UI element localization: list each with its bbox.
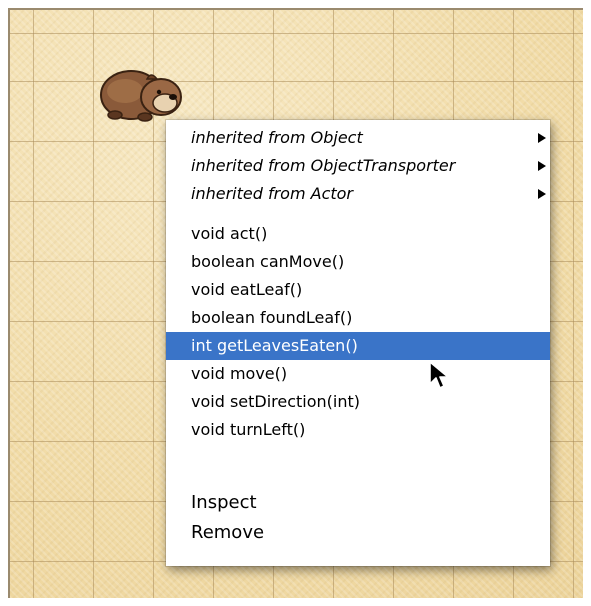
menu-item-inspect[interactable]: Inspect <box>166 488 550 518</box>
menu-item-label: inherited from Object <box>191 128 363 147</box>
context-menu: inherited from Object inherited from Obj… <box>166 120 550 566</box>
menu-item-label: int getLeavesEaten() <box>191 336 358 355</box>
menu-item-label: void eatLeaf() <box>191 280 303 299</box>
menu-item-foundleaf[interactable]: boolean foundLeaf() <box>166 304 550 332</box>
menu-item-label: inherited from Actor <box>191 184 354 203</box>
menu-item-turnleft[interactable]: void turnLeft() <box>166 416 550 444</box>
menu-item-label: Inspect <box>191 492 257 513</box>
submenu-inherited-from-objecttransporter[interactable]: inherited from ObjectTransporter <box>166 152 550 180</box>
submenu-arrow-icon <box>538 133 546 143</box>
menu-item-setdirection[interactable]: void setDirection(int) <box>166 388 550 416</box>
menu-item-eatleaf[interactable]: void eatLeaf() <box>166 276 550 304</box>
menu-item-label: inherited from ObjectTransporter <box>191 156 456 175</box>
menu-item-remove[interactable]: Remove <box>166 518 550 548</box>
greenfoot-world-grid[interactable]: inherited from Object inherited from Obj… <box>8 8 583 598</box>
menu-separator <box>166 208 550 220</box>
menu-item-label: void move() <box>191 364 288 383</box>
wombat-actor-icon[interactable] <box>95 55 195 127</box>
menu-item-label: void setDirection(int) <box>191 392 361 411</box>
menu-item-label: void act() <box>191 224 268 243</box>
submenu-arrow-icon <box>538 161 546 171</box>
menu-item-act[interactable]: void act() <box>166 220 550 248</box>
menu-item-label: boolean foundLeaf() <box>191 308 353 327</box>
submenu-inherited-from-object[interactable]: inherited from Object <box>166 124 550 152</box>
submenu-arrow-icon <box>538 189 546 199</box>
menu-item-canmove[interactable]: boolean canMove() <box>166 248 550 276</box>
menu-item-label: void turnLeft() <box>191 420 306 439</box>
menu-item-getleaveseaten[interactable]: int getLeavesEaten() <box>166 332 550 360</box>
mouse-pointer-icon <box>429 361 449 389</box>
menu-separator <box>166 444 550 488</box>
menu-item-label: boolean canMove() <box>191 252 345 271</box>
menu-item-move[interactable]: void move() <box>166 360 550 388</box>
menu-item-label: Remove <box>191 522 265 543</box>
submenu-inherited-from-actor[interactable]: inherited from Actor <box>166 180 550 208</box>
